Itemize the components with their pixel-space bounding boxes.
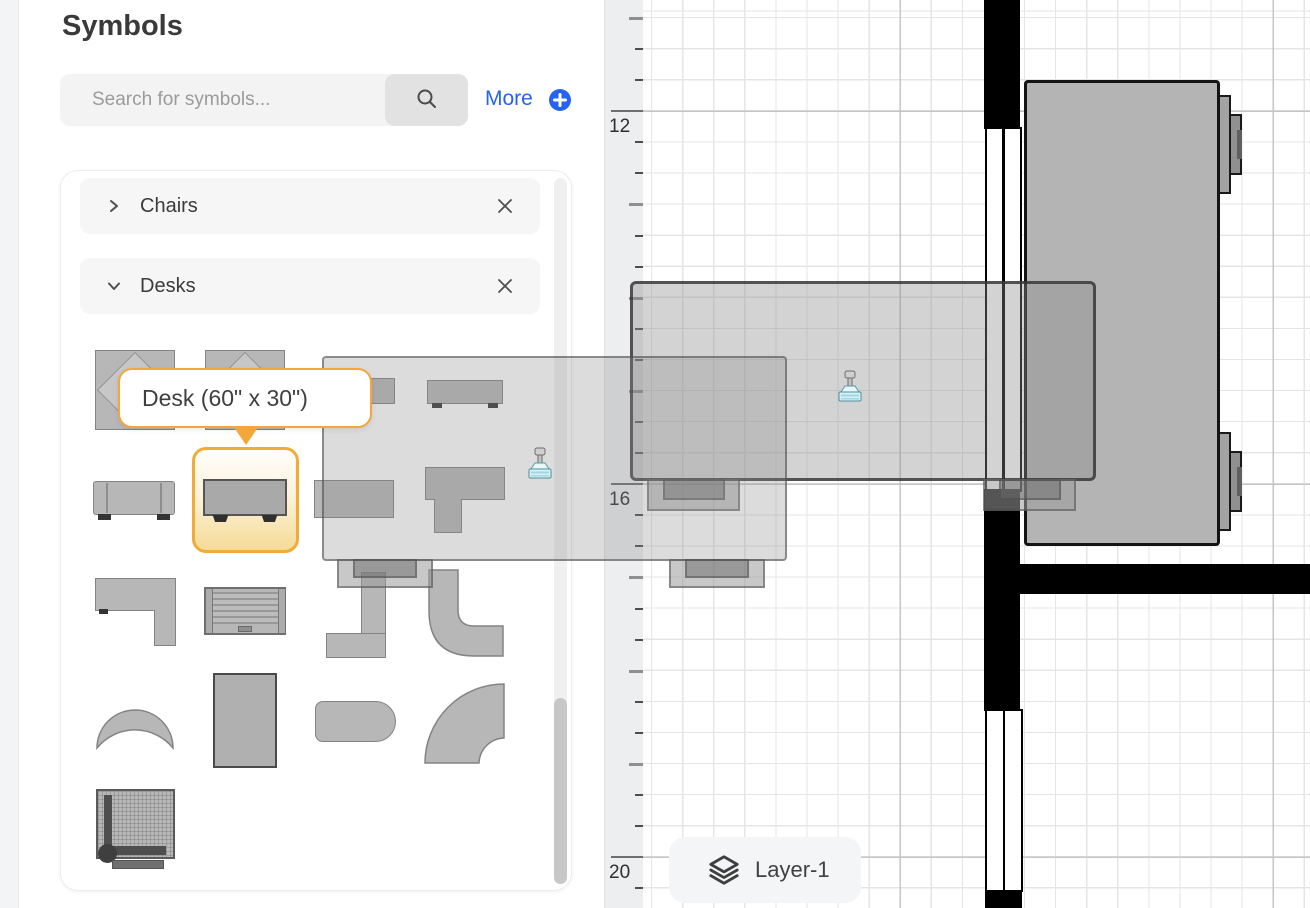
category-label: Desks <box>140 275 196 298</box>
stamp-cursor-icon <box>526 447 554 481</box>
chevron-down-icon <box>106 278 122 294</box>
symbol-credenza-desk[interactable] <box>93 481 175 515</box>
wall-segment-bottom[interactable] <box>985 890 1022 908</box>
panel-scrollbar-thumb[interactable] <box>554 698 567 884</box>
symbol-crescent-desk[interactable] <box>93 700 177 752</box>
window-2[interactable] <box>985 709 1023 892</box>
close-icon[interactable] <box>496 277 514 295</box>
chevron-right-icon <box>106 198 122 214</box>
category-label: Chairs <box>140 195 198 218</box>
drag-ghost-desk <box>322 356 787 561</box>
layers-icon <box>707 853 741 887</box>
drag-ghost-foot <box>685 559 749 578</box>
ruler-minor-tick <box>629 17 644 20</box>
symbol-desk-l-left[interactable] <box>95 578 176 611</box>
symbol-curved-desk-elbow[interactable] <box>427 568 505 660</box>
search-icon <box>415 87 439 114</box>
drag-preview-foot <box>999 479 1061 500</box>
stamp-cursor-icon <box>836 370 864 404</box>
ruler-minor-tick <box>629 670 644 673</box>
ruler-minor-tick <box>629 203 644 206</box>
symbol-rolltop-desk[interactable] <box>204 587 286 635</box>
desk-foot-notch <box>1237 130 1242 159</box>
add-plus-icon[interactable] <box>549 89 571 111</box>
more-link[interactable]: More <box>485 87 533 111</box>
ruler-minor-tick <box>629 763 644 766</box>
symbol-tooltip: Desk (60" x 30") <box>118 368 372 428</box>
ruler-label: 20 <box>609 862 630 884</box>
close-icon[interactable] <box>496 197 514 215</box>
search-button[interactable] <box>385 74 468 126</box>
drag-ghost-foot <box>353 559 417 578</box>
wall-segment-mid[interactable] <box>984 489 1020 711</box>
wall-segment-top[interactable] <box>984 0 1020 129</box>
symbol-tooltip-text: Desk (60" x 30") <box>142 385 308 412</box>
tooltip-arrow <box>233 426 259 445</box>
search-input[interactable] <box>60 74 417 126</box>
symbol-drafting-table[interactable] <box>96 789 175 859</box>
symbol-desk-60x30[interactable] <box>203 479 287 516</box>
ruler-minor-tick <box>629 576 644 579</box>
ruler-major-tick <box>611 856 644 858</box>
layer-badge[interactable]: Layer-1 <box>669 837 861 903</box>
symbol-quarter-round-desk[interactable] <box>423 680 507 766</box>
window-pane-line <box>1003 711 1006 890</box>
page-title: Symbols <box>62 10 183 43</box>
desk-foot-notch <box>1237 467 1242 496</box>
ruler-label: 12 <box>609 116 630 138</box>
category-row-desks[interactable]: Desks <box>80 258 540 314</box>
wall-segment-horizontal[interactable] <box>1018 564 1310 594</box>
category-row-chairs[interactable]: Chairs <box>80 178 540 234</box>
layer-badge-label: Layer-1 <box>755 857 830 883</box>
symbol-rect-table[interactable] <box>213 673 277 768</box>
left-gutter <box>0 0 19 908</box>
symbol-rounded-end-desk[interactable] <box>315 701 396 742</box>
ruler-major-tick <box>611 110 644 112</box>
